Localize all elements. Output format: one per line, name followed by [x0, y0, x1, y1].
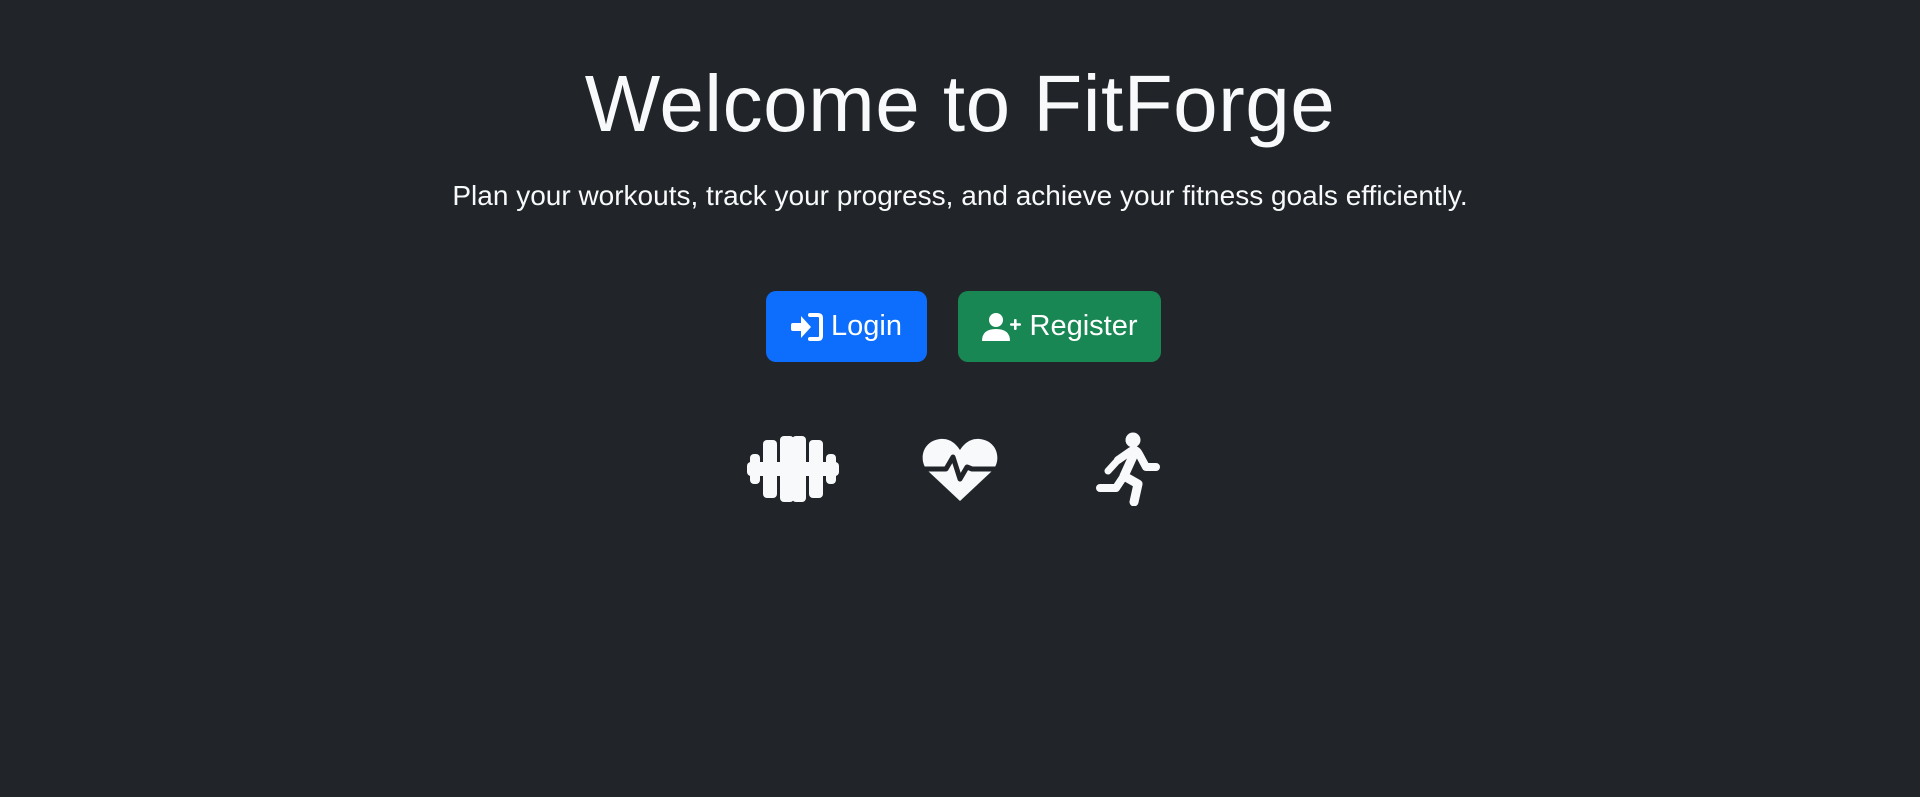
sign-in-icon	[791, 312, 824, 341]
running-person-icon	[1081, 432, 1173, 506]
login-button[interactable]: Login	[766, 291, 927, 362]
feature-icons	[0, 432, 1920, 506]
dumbbell-icon	[747, 432, 839, 506]
user-plus-icon	[981, 312, 1022, 342]
landing-page: Welcome to FitForge Plan your workouts, …	[0, 0, 1920, 797]
page-title: Welcome to FitForge	[584, 59, 1336, 148]
auth-actions: Login Register	[0, 291, 1920, 362]
register-button[interactable]: Register	[958, 291, 1161, 362]
login-label: Login	[831, 310, 902, 342]
register-label: Register	[1029, 310, 1138, 342]
page-subtitle: Plan your workouts, track your progress,…	[452, 180, 1468, 211]
heart-pulse-icon	[914, 432, 1006, 506]
